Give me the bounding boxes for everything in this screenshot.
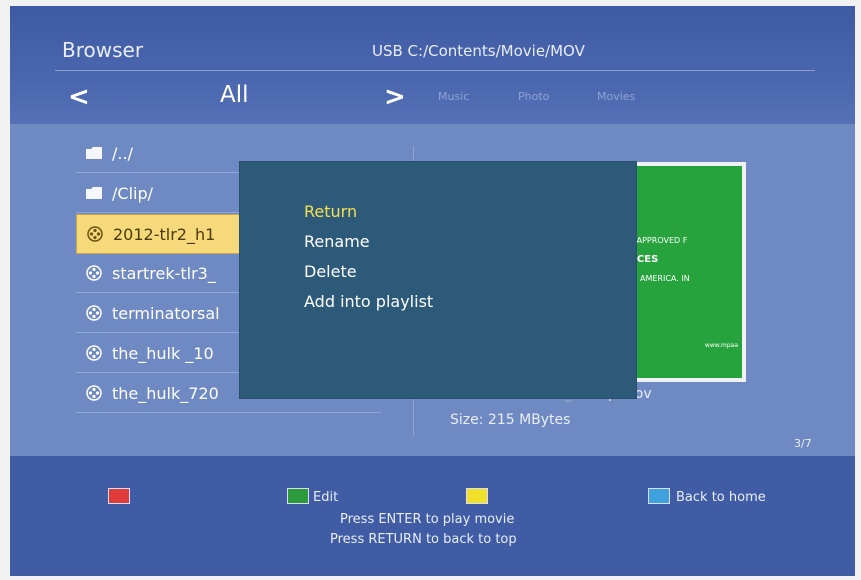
menu-item-return[interactable]: Return	[304, 202, 357, 221]
page-counter: 3/7	[794, 437, 812, 450]
context-menu: Return Rename Delete Add into playlist	[240, 162, 636, 398]
prev-category-button[interactable]: <	[68, 82, 90, 112]
tab-photo[interactable]: Photo	[518, 90, 549, 103]
file-size-info: Size: 215 MBytes	[450, 412, 571, 428]
current-category-label: All	[220, 82, 249, 108]
folder-icon	[76, 146, 112, 160]
list-item-label: the_hulk _10	[112, 343, 214, 363]
menu-item-delete[interactable]: Delete	[304, 262, 357, 281]
tv-screen: Browser USB C:/Contents/Movie/MOV < All …	[10, 6, 855, 576]
folder-icon	[76, 186, 112, 200]
hint-return: Press RETURN to back to top	[330, 532, 517, 547]
page-title: Browser	[62, 38, 144, 62]
list-item-label: startrek-tlr3_	[112, 263, 216, 283]
list-item-label: 2012-tlr2_h1	[113, 224, 216, 244]
movie-reel-icon	[76, 345, 112, 361]
yellow-button[interactable]	[466, 488, 488, 504]
list-item-label: the_hulk_720	[112, 383, 219, 403]
movie-reel-icon	[76, 385, 112, 401]
hint-play: Press ENTER to play movie	[340, 512, 515, 527]
movie-reel-icon	[76, 265, 112, 281]
header-divider	[55, 70, 815, 71]
menu-item-add-to-playlist[interactable]: Add into playlist	[304, 292, 433, 311]
current-path: USB C:/Contents/Movie/MOV	[372, 42, 585, 60]
back-to-home-label: Back to home	[676, 490, 766, 505]
tab-music[interactable]: Music	[438, 90, 469, 103]
red-button[interactable]	[108, 488, 130, 504]
list-item-label: terminatorsal	[112, 303, 220, 323]
footer-bar: Edit Back to home Press ENTER to play mo…	[10, 456, 855, 576]
green-button[interactable]	[287, 488, 309, 504]
header-bar: Browser USB C:/Contents/Movie/MOV < All …	[10, 6, 855, 124]
movie-reel-icon	[76, 305, 112, 321]
tab-movies[interactable]: Movies	[597, 90, 635, 103]
next-category-button[interactable]: >	[384, 82, 406, 112]
blue-button[interactable]	[648, 488, 670, 504]
menu-item-rename[interactable]: Rename	[304, 232, 370, 251]
list-item-label: /../	[112, 143, 133, 163]
movie-reel-icon	[77, 226, 113, 242]
list-item-label: /Clip/	[112, 183, 153, 203]
edit-label: Edit	[313, 490, 339, 505]
poster-text: www.mpaa	[704, 342, 738, 349]
